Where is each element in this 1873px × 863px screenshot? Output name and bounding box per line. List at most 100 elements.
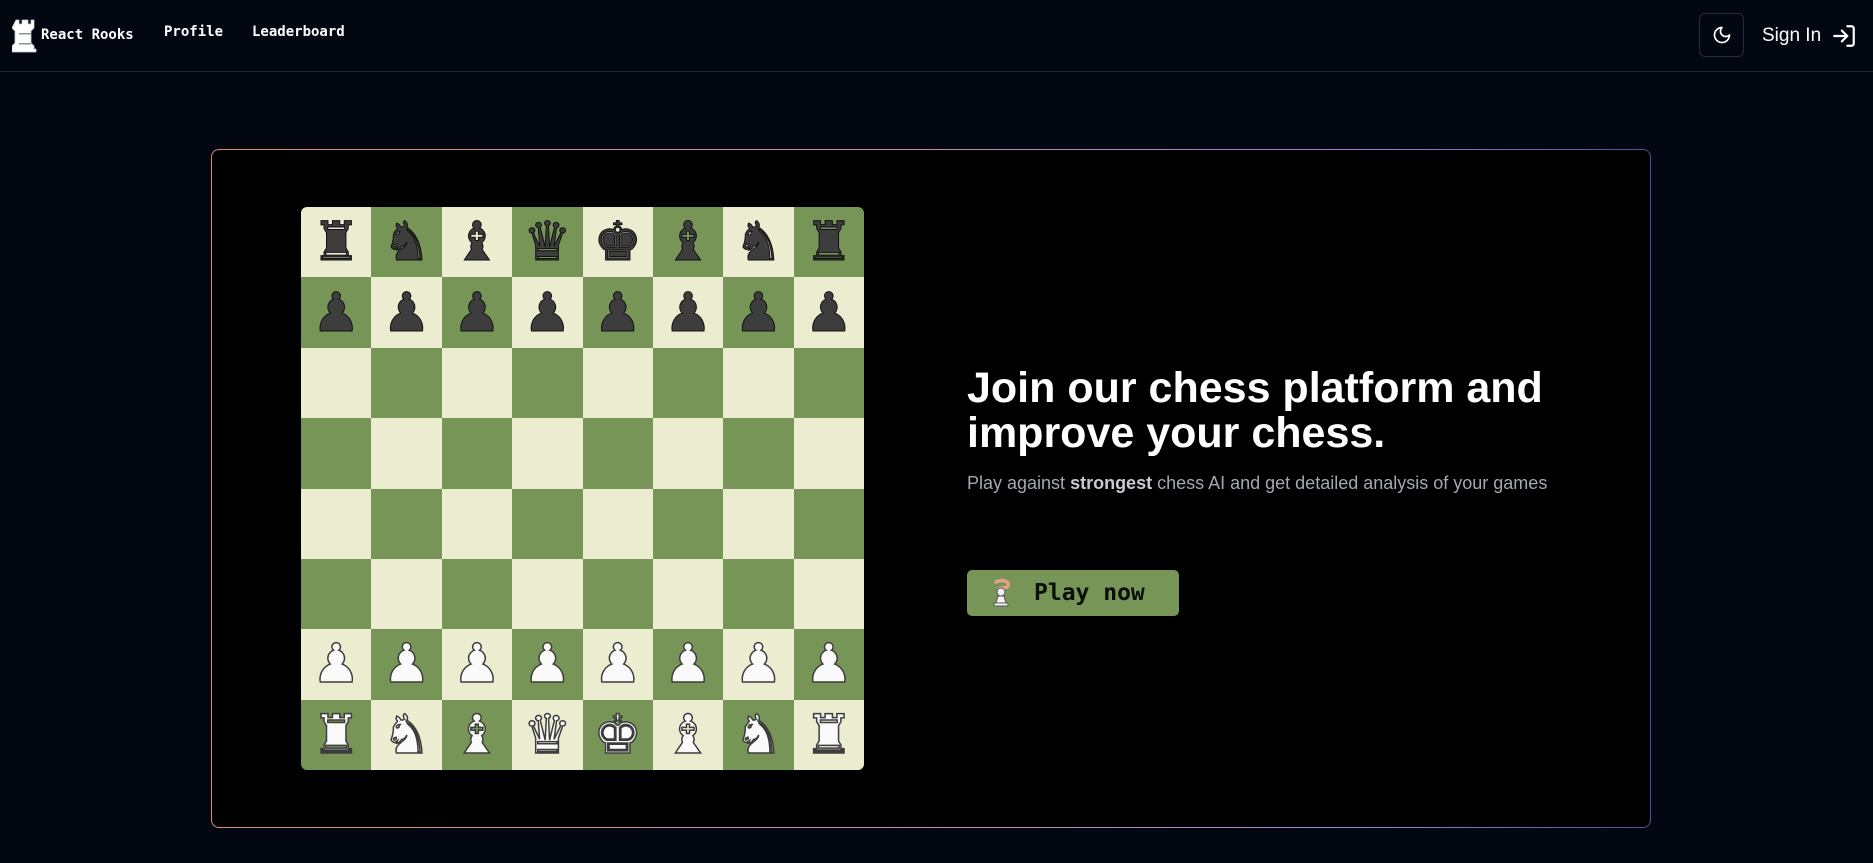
black-pawn-icon[interactable]: ♟ xyxy=(663,285,712,340)
square-b4[interactable] xyxy=(371,488,442,559)
square-a5[interactable] xyxy=(301,418,372,489)
white-pawn-icon[interactable]: ♟ xyxy=(382,636,432,692)
square-c2[interactable]: ♟ xyxy=(441,629,513,700)
square-e4[interactable] xyxy=(582,488,653,559)
black-rook-icon[interactable]: ♜ xyxy=(804,214,853,269)
square-a6[interactable] xyxy=(301,347,372,419)
square-d5[interactable] xyxy=(512,418,583,489)
square-d7[interactable]: ♟ xyxy=(512,277,583,348)
square-h7[interactable]: ♟ xyxy=(793,277,864,348)
white-pawn-icon[interactable]: ♟ xyxy=(733,636,783,692)
square-e8[interactable]: ♚ xyxy=(582,207,653,278)
square-f8[interactable]: ♝ xyxy=(652,207,724,278)
square-a1[interactable]: ♜ xyxy=(301,699,372,770)
square-h8[interactable]: ♜ xyxy=(793,207,864,278)
square-f3[interactable] xyxy=(652,558,724,630)
square-h2[interactable]: ♟ xyxy=(793,629,864,700)
black-pawn-icon[interactable]: ♟ xyxy=(382,285,431,340)
white-knight-icon[interactable]: ♞ xyxy=(382,707,432,763)
white-pawn-icon[interactable]: ♟ xyxy=(452,636,502,692)
square-f6[interactable] xyxy=(652,347,724,419)
square-c1[interactable]: ♝ xyxy=(441,699,513,770)
black-pawn-icon[interactable]: ♟ xyxy=(734,285,783,340)
square-e6[interactable] xyxy=(582,347,653,419)
square-d1[interactable]: ♛ xyxy=(512,699,583,770)
square-c5[interactable] xyxy=(441,418,513,489)
square-g7[interactable]: ♟ xyxy=(723,277,794,348)
square-g8[interactable]: ♞ xyxy=(723,207,794,278)
square-h4[interactable] xyxy=(793,488,864,559)
black-pawn-icon[interactable]: ♟ xyxy=(804,285,853,340)
square-e3[interactable] xyxy=(582,558,653,630)
black-pawn-icon[interactable]: ♟ xyxy=(311,285,360,340)
square-f2[interactable]: ♟ xyxy=(652,629,724,700)
square-d3[interactable] xyxy=(512,558,583,630)
white-queen-icon[interactable]: ♛ xyxy=(522,707,572,763)
square-a4[interactable] xyxy=(301,488,372,559)
square-b7[interactable]: ♟ xyxy=(371,277,442,348)
white-pawn-icon[interactable]: ♟ xyxy=(311,636,361,692)
square-g3[interactable] xyxy=(723,558,794,630)
black-pawn-icon[interactable]: ♟ xyxy=(523,285,572,340)
brand-link[interactable]: React Rooks xyxy=(12,15,134,55)
white-rook-icon[interactable]: ♜ xyxy=(311,707,361,763)
square-c6[interactable] xyxy=(441,347,513,419)
black-bishop-icon[interactable]: ♝ xyxy=(452,214,501,269)
square-b8[interactable]: ♞ xyxy=(371,207,442,278)
play-now-button[interactable]: Play now xyxy=(967,570,1179,616)
white-pawn-icon[interactable]: ♟ xyxy=(593,636,643,692)
square-h3[interactable] xyxy=(793,558,864,630)
square-g2[interactable]: ♟ xyxy=(723,629,794,700)
square-d4[interactable] xyxy=(512,488,583,559)
black-queen-icon[interactable]: ♛ xyxy=(523,214,572,269)
square-b2[interactable]: ♟ xyxy=(371,629,442,700)
white-pawn-icon[interactable]: ♟ xyxy=(663,636,713,692)
square-h5[interactable] xyxy=(793,418,864,489)
square-c4[interactable] xyxy=(441,488,513,559)
white-king-icon[interactable]: ♚ xyxy=(593,707,643,763)
square-a8[interactable]: ♜ xyxy=(301,207,372,278)
black-king-icon[interactable]: ♚ xyxy=(593,214,642,269)
white-bishop-icon[interactable]: ♝ xyxy=(663,707,713,763)
theme-toggle-button[interactable] xyxy=(1699,13,1744,57)
square-e7[interactable]: ♟ xyxy=(582,277,653,348)
square-a2[interactable]: ♟ xyxy=(301,629,372,700)
square-g6[interactable] xyxy=(723,347,794,419)
black-rook-icon[interactable]: ♜ xyxy=(311,214,360,269)
square-b6[interactable] xyxy=(371,347,442,419)
square-g5[interactable] xyxy=(723,418,794,489)
square-d8[interactable]: ♛ xyxy=(512,207,583,278)
white-bishop-icon[interactable]: ♝ xyxy=(452,707,502,763)
nav-link-profile[interactable]: Profile xyxy=(164,24,223,40)
white-knight-icon[interactable]: ♞ xyxy=(733,707,783,763)
square-b5[interactable] xyxy=(371,418,442,489)
white-pawn-icon[interactable]: ♟ xyxy=(804,636,854,692)
black-pawn-icon[interactable]: ♟ xyxy=(452,285,501,340)
square-c3[interactable] xyxy=(441,558,513,630)
square-g1[interactable]: ♞ xyxy=(723,699,794,770)
white-rook-icon[interactable]: ♜ xyxy=(804,707,854,763)
square-e5[interactable] xyxy=(582,418,653,489)
square-e2[interactable]: ♟ xyxy=(582,629,653,700)
square-a7[interactable]: ♟ xyxy=(301,277,372,348)
chess-board[interactable]: ♜ ♞ ♝ ♛ ♚ ♝ ♞ ♜ ♟ ♟ ♟ ♟ ♟ ♟ ♟ ♟ ♟ ♟ ♟ ♟ ♟ ♟ ♟ ♟ ♜ ♞ ♝ ♛ ♚ ♝ ♞ ♜ xyxy=(301,207,864,770)
square-h1[interactable]: ♜ xyxy=(793,699,864,770)
black-knight-icon[interactable]: ♞ xyxy=(734,214,783,269)
square-c7[interactable]: ♟ xyxy=(441,277,513,348)
sign-in-button[interactable]: Sign In xyxy=(1762,18,1857,54)
square-f1[interactable]: ♝ xyxy=(652,699,724,770)
white-pawn-icon[interactable]: ♟ xyxy=(522,636,572,692)
black-knight-icon[interactable]: ♞ xyxy=(382,214,431,269)
square-f5[interactable] xyxy=(652,418,724,489)
square-a3[interactable] xyxy=(301,558,372,630)
square-b1[interactable]: ♞ xyxy=(371,699,442,770)
square-h6[interactable] xyxy=(793,347,864,419)
black-bishop-icon[interactable]: ♝ xyxy=(663,214,712,269)
square-d2[interactable]: ♟ xyxy=(512,629,583,700)
square-b3[interactable] xyxy=(371,558,442,630)
black-pawn-icon[interactable]: ♟ xyxy=(593,285,642,340)
square-f7[interactable]: ♟ xyxy=(652,277,724,348)
nav-link-leaderboard[interactable]: Leaderboard xyxy=(252,24,345,40)
square-g4[interactable] xyxy=(723,488,794,559)
square-d6[interactable] xyxy=(512,347,583,419)
